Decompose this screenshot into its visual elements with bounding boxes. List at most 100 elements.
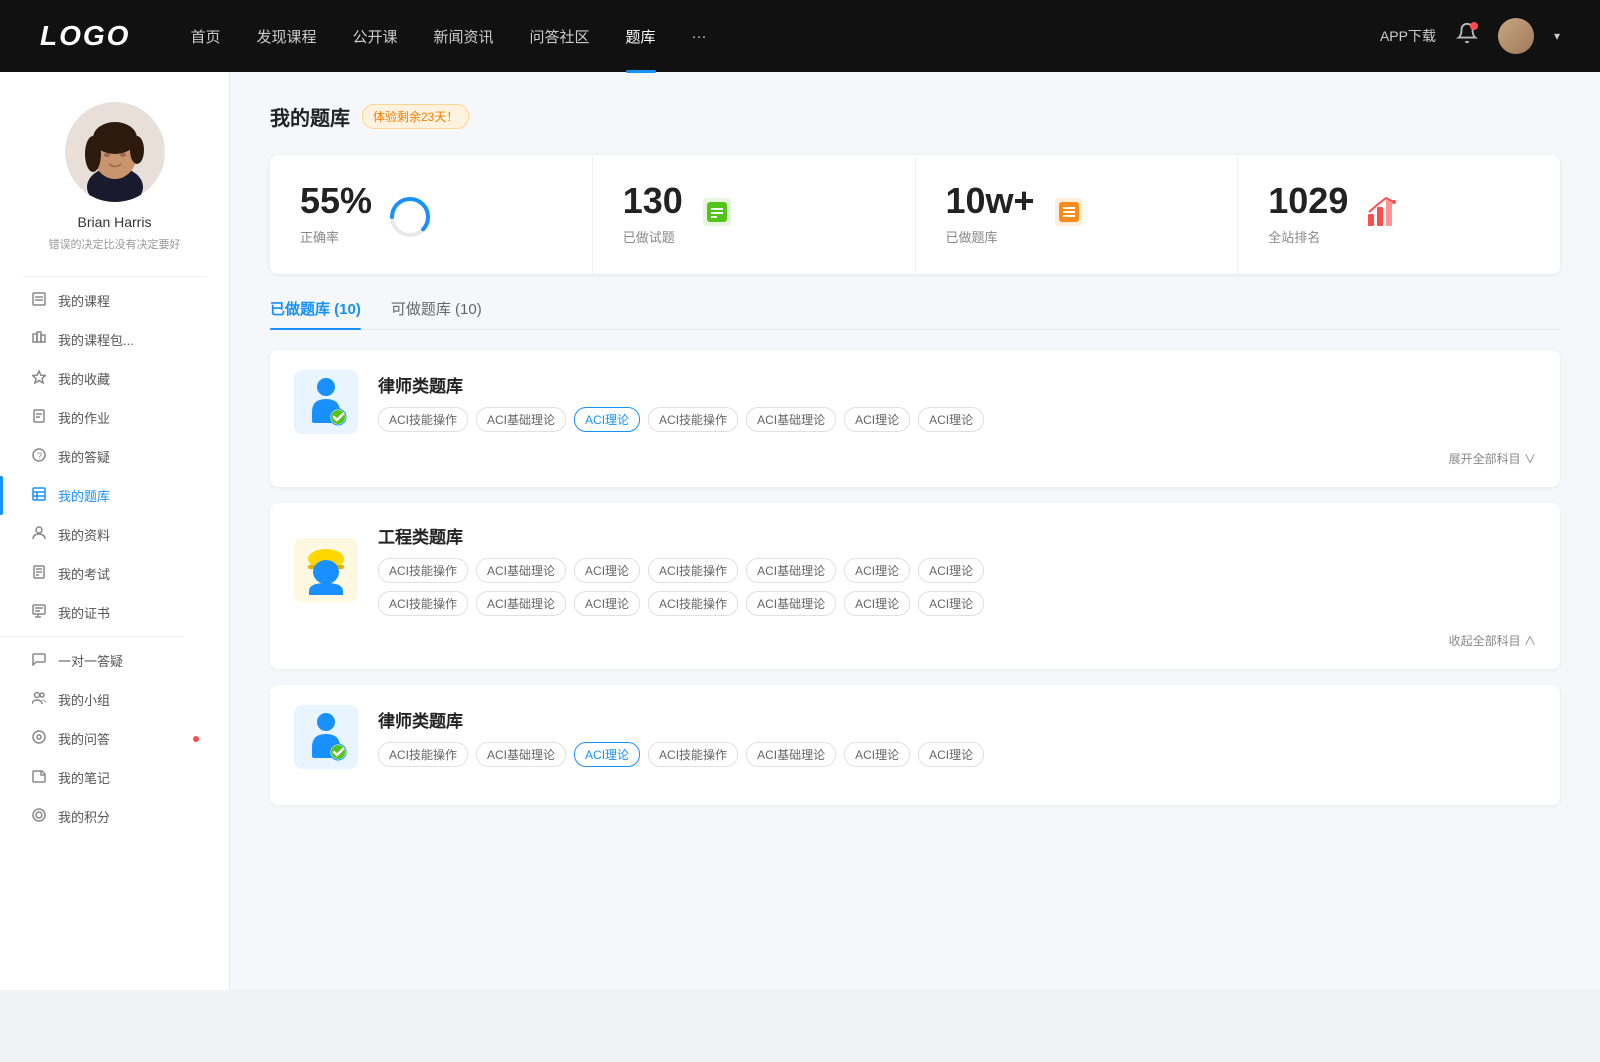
sidebar-item-my-courses[interactable]: 我的课程 [0,281,229,320]
tag-engineer1-r1-1[interactable]: ACI基础理论 [476,558,566,583]
sidebar-label-notes: 我的笔记 [58,768,110,787]
tag-lawyer2-4[interactable]: ACI基础理论 [746,742,836,767]
tag-lawyer1-3[interactable]: ACI技能操作 [648,407,738,432]
tag-engineer1-r2-4[interactable]: ACI基础理论 [746,591,836,616]
tag-engineer1-r2-1[interactable]: ACI基础理论 [476,591,566,616]
nav-discover[interactable]: 发现课程 [256,26,316,47]
qbank-title-engineer1: 工程类题库 [378,523,1536,548]
sidebar-item-my-qa[interactable]: 我的问答 [0,719,229,758]
qbank-icon-wrap-engineer1 [294,538,358,602]
sidebar-item-points[interactable]: 我的积分 [0,797,229,836]
app-download-button[interactable]: APP下载 [1380,26,1436,46]
tag-engineer1-r1-0[interactable]: ACI技能操作 [378,558,468,583]
sidebar-item-certificates[interactable]: 我的证书 [0,593,229,632]
profile-icon [30,526,48,543]
sidebar-avatar-wrap [65,102,165,202]
qbank-icon-wrap-lawyer2 [294,705,358,769]
ranking-icon [1364,194,1400,235]
my-courses-icon [30,292,48,309]
tag-lawyer1-6[interactable]: ACI理论 [918,407,984,432]
tabs-row: 已做题库 (10) 可做题库 (10) [270,298,1560,330]
tag-lawyer2-1[interactable]: ACI基础理论 [476,742,566,767]
tag-lawyer1-5[interactable]: ACI理论 [844,407,910,432]
sidebar-label-tutoring: 一对一答疑 [58,651,123,670]
nav-more[interactable]: ··· [692,28,707,45]
tag-engineer1-r2-0[interactable]: ACI技能操作 [378,591,468,616]
user-avatar[interactable] [1498,18,1534,54]
ranking-label: 全站排名 [1268,227,1348,246]
nav-public-course[interactable]: 公开课 [352,26,397,47]
tag-engineer1-r1-3[interactable]: ACI技能操作 [648,558,738,583]
sidebar-item-qbank[interactable]: 我的题库 [0,476,229,515]
notes-icon [30,769,48,786]
done-banks-icon [1051,194,1087,235]
tag-engineer1-r2-2[interactable]: ACI理论 [574,591,640,616]
qbank-header-lawyer1: 律师类题库 ACI技能操作 ACI基础理论 ACI理论 ACI技能操作 ACI基… [294,370,1536,434]
sidebar-label-qbank: 我的题库 [58,486,110,505]
sidebar-divider-top [23,276,206,277]
sidebar-item-questions[interactable]: ? 我的答疑 [0,437,229,476]
tag-lawyer1-2[interactable]: ACI理论 [574,407,640,432]
tag-engineer1-r1-4[interactable]: ACI基础理论 [746,558,836,583]
qbank-title-lawyer2: 律师类题库 [378,707,984,732]
tab-done[interactable]: 已做题库 (10) [270,298,361,329]
sidebar-item-homework[interactable]: 我的作业 [0,398,229,437]
nav-news[interactable]: 新闻资讯 [434,26,494,47]
accuracy-chart [388,195,428,235]
sidebar-item-exams[interactable]: 我的考试 [0,554,229,593]
tag-lawyer1-4[interactable]: ACI基础理论 [746,407,836,432]
tag-engineer1-r2-6[interactable]: ACI理论 [918,591,984,616]
sidebar-label-questions: 我的答疑 [58,447,110,466]
tag-lawyer2-2[interactable]: ACI理论 [574,742,640,767]
done-questions-info: 130 已做试题 [623,183,683,246]
done-questions-label: 已做试题 [623,227,683,246]
qbank-icon [30,487,48,504]
engineer-icon [303,545,349,595]
qbank-content-engineer1: 工程类题库 ACI技能操作 ACI基础理论 ACI理论 ACI技能操作 ACI基… [378,523,1536,616]
sidebar-item-profile[interactable]: 我的资料 [0,515,229,554]
tag-engineer1-r1-5[interactable]: ACI理论 [844,558,910,583]
certificates-icon [30,604,48,621]
tag-engineer1-r1-2[interactable]: ACI理论 [574,558,640,583]
sidebar-label-certificates: 我的证书 [58,603,110,622]
tag-engineer1-r2-5[interactable]: ACI理论 [844,591,910,616]
nav-qbank[interactable]: 题库 [626,26,656,47]
trial-badge: 体验剩余23天！ [362,104,469,129]
sidebar-item-tutoring[interactable]: 一对一答疑 [0,641,229,680]
sidebar-label-course-packages: 我的课程包... [58,330,134,349]
tab-available[interactable]: 可做题库 (10) [391,298,482,329]
questions-icon: ? [30,448,48,465]
ranking-value: 1029 [1268,183,1348,219]
qbank-card-lawyer2: 律师类题库 ACI技能操作 ACI基础理论 ACI理论 ACI技能操作 ACI基… [270,685,1560,805]
user-dropdown-arrow[interactable]: ▾ [1554,29,1560,43]
page-title: 我的题库 [270,102,350,131]
tag-engineer1-r1-6[interactable]: ACI理论 [918,558,984,583]
qbank-footer-lawyer1: 展开全部科目 ∨ [294,450,1536,467]
tag-lawyer1-0[interactable]: ACI技能操作 [378,407,468,432]
sidebar-label-favorites: 我的收藏 [58,369,110,388]
done-banks-info: 10w+ 已做题库 [946,183,1035,246]
stats-row: 55% 正确率 130 已做试题 [270,155,1560,274]
tag-lawyer2-0[interactable]: ACI技能操作 [378,742,468,767]
tag-engineer1-r2-3[interactable]: ACI技能操作 [648,591,738,616]
sidebar-divider-mid [0,636,183,637]
nav-qa[interactable]: 问答社区 [530,26,590,47]
tag-lawyer2-3[interactable]: ACI技能操作 [648,742,738,767]
tag-lawyer2-5[interactable]: ACI理论 [844,742,910,767]
bell-button[interactable] [1456,22,1478,50]
main-content: 我的题库 体验剩余23天！ 55% 正确率 [230,72,1600,990]
sidebar-item-groups[interactable]: 我的小组 [0,680,229,719]
qbank-tags-lawyer1: ACI技能操作 ACI基础理论 ACI理论 ACI技能操作 ACI基础理论 AC… [378,407,984,432]
tag-lawyer1-1[interactable]: ACI基础理论 [476,407,566,432]
sidebar-item-course-packages[interactable]: 我的课程包... [0,320,229,359]
ranking-info: 1029 全站排名 [1268,183,1348,246]
sidebar-item-notes[interactable]: 我的笔记 [0,758,229,797]
sidebar-label-exams: 我的考试 [58,564,110,583]
tag-lawyer2-6[interactable]: ACI理论 [918,742,984,767]
collapse-button-engineer1[interactable]: 收起全部科目 ∧ [1449,632,1536,649]
sidebar-item-favorites[interactable]: 我的收藏 [0,359,229,398]
expand-button-lawyer1[interactable]: 展开全部科目 ∨ [1449,450,1536,467]
accuracy-value: 55% [300,183,372,219]
page-header: 我的题库 体验剩余23天！ [270,102,1560,131]
nav-home[interactable]: 首页 [190,26,220,47]
